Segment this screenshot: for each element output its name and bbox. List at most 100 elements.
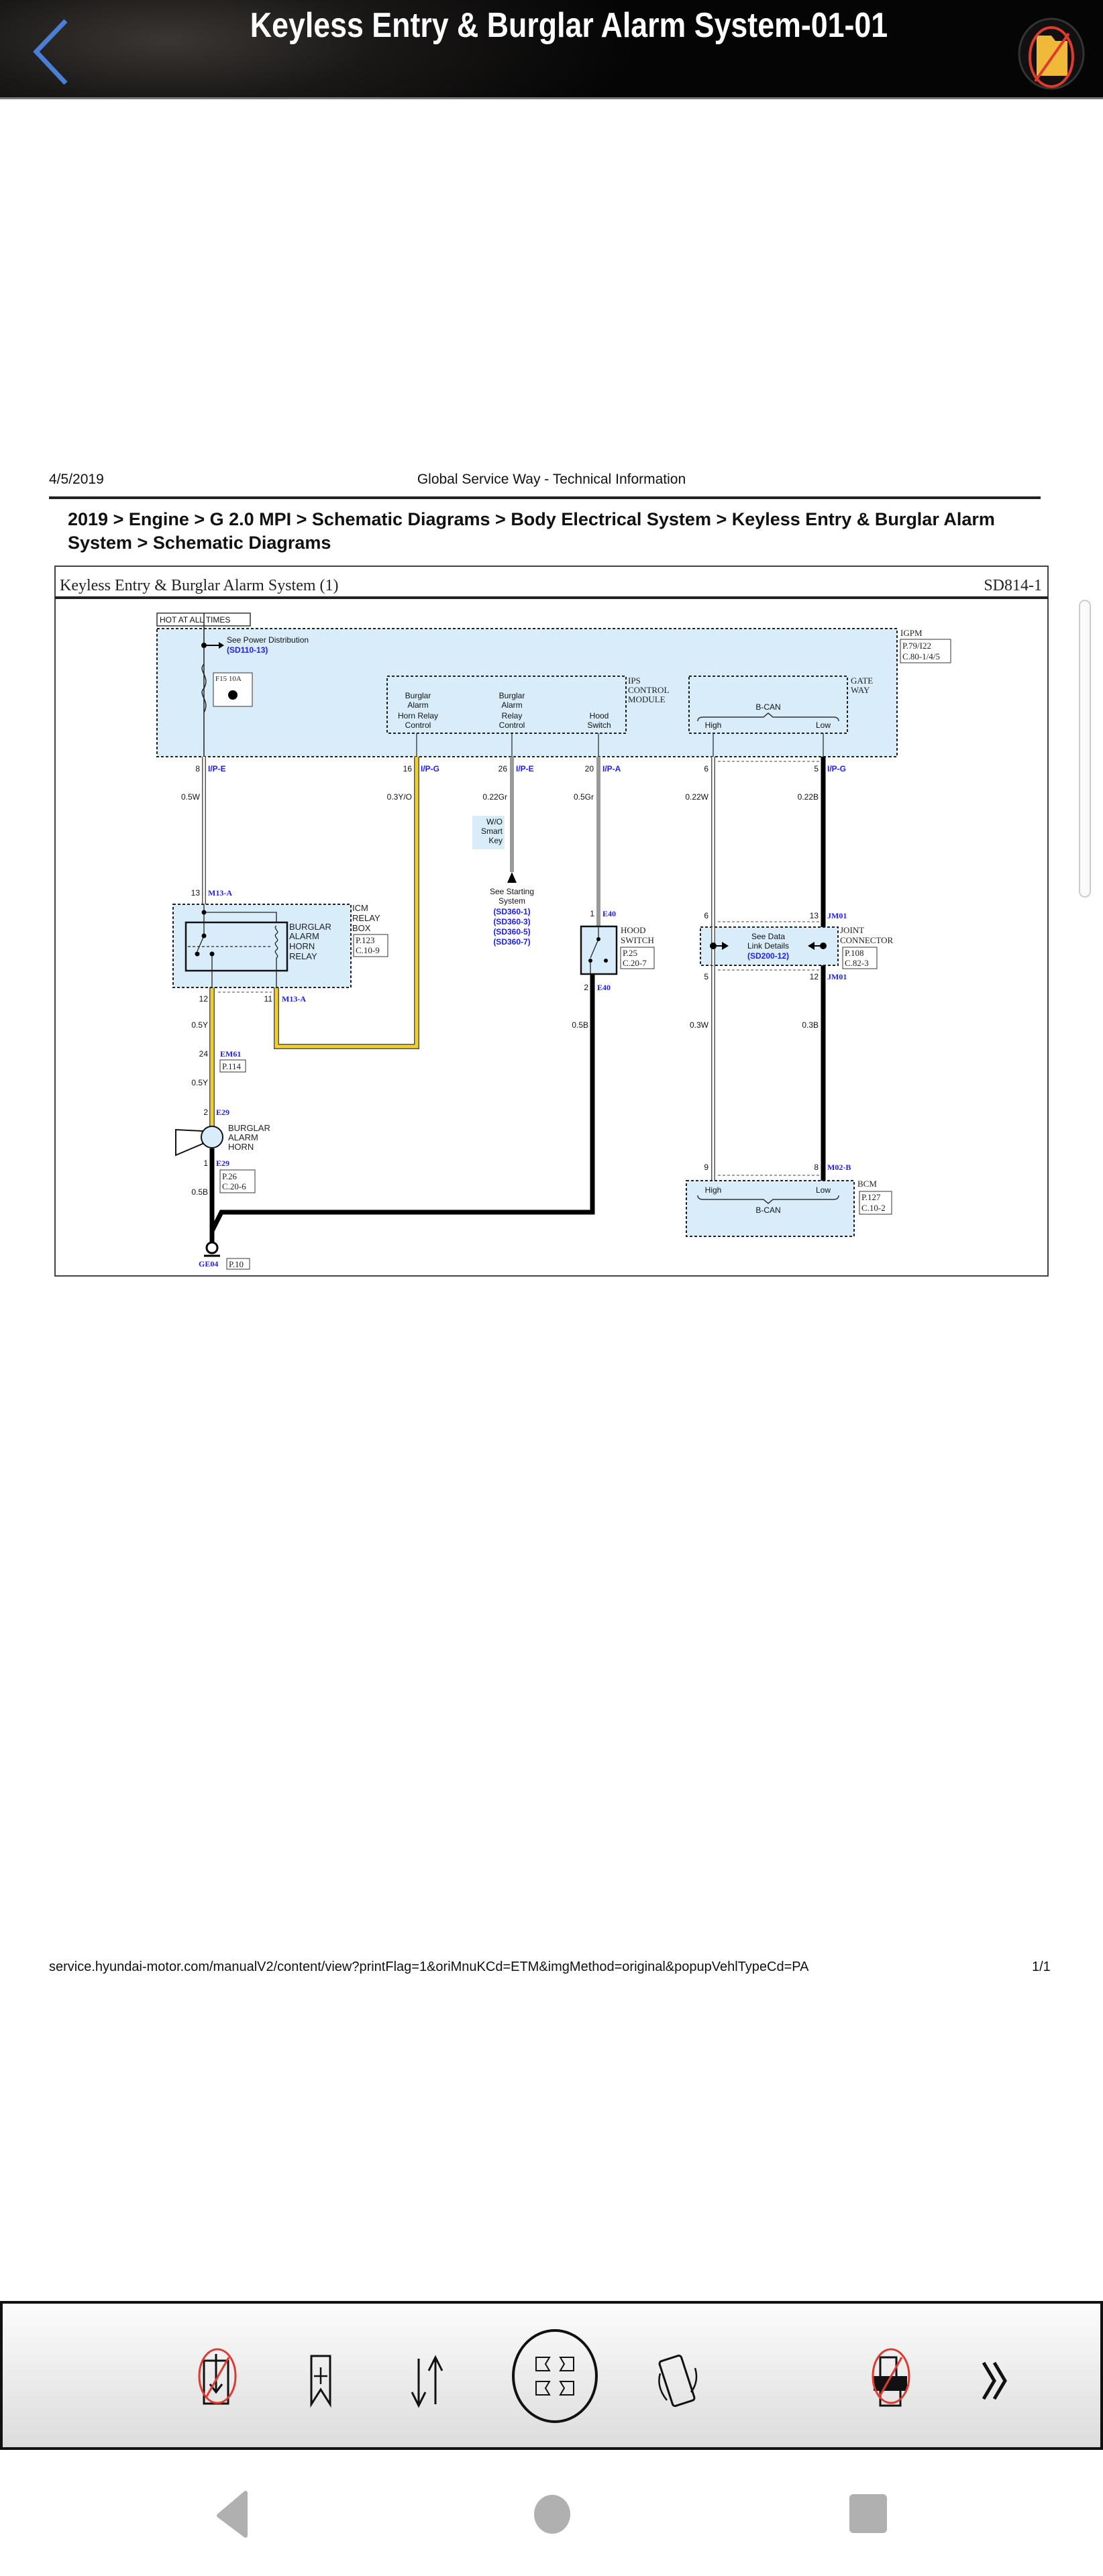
smart-key-note: Smart (481, 826, 503, 836)
ground-icon (205, 1241, 219, 1254)
pin-number: 6 (704, 911, 708, 920)
gateway-bus-label: B-CAN (755, 702, 780, 712)
em61-ref: P.114 (222, 1061, 242, 1071)
icm-label: ICM (352, 903, 368, 913)
rotate-icon[interactable] (651, 2304, 704, 2447)
pin-number: 9 (704, 1163, 708, 1172)
data-link-ref[interactable]: (SD200-12) (747, 951, 789, 961)
wire-spec: 0.3Y/O (387, 792, 412, 802)
connector-id: E40 (602, 909, 616, 918)
ground-label: GE04 (199, 1259, 218, 1269)
ips-alarm-relay-label: Relay (502, 711, 523, 720)
igpm-ref: P.79/I22 (902, 641, 931, 651)
connector-id: M13-A (282, 994, 306, 1004)
starting-link[interactable]: (SD360-3) (493, 917, 530, 926)
connector-id: E29 (216, 1108, 229, 1117)
connector-id: M02-B (827, 1163, 851, 1172)
power-distribution-link[interactable]: (SD110-13) (227, 645, 268, 655)
print-disabled-icon[interactable] (867, 2304, 915, 2447)
data-link-note: See Data (751, 932, 785, 941)
smart-key-note: Key (488, 836, 503, 845)
recents-square-icon[interactable] (848, 2493, 888, 2534)
wire-spec: 0.5Y (191, 1020, 208, 1030)
back-chevron-icon[interactable] (27, 17, 81, 87)
icm-label: RELAY (352, 913, 380, 923)
vertical-scrollbar[interactable] (1079, 600, 1091, 898)
bottom-toolbar (0, 2301, 1103, 2450)
fuse-lamp-icon (228, 690, 238, 700)
starting-link[interactable]: (SD360-7) (493, 937, 530, 947)
print-url: service.hyundai-motor.com/manualV2/conte… (49, 1960, 809, 1974)
print-header: Global Service Way - Technical Informati… (417, 472, 686, 487)
ips-alarm-relay-label: Alarm (501, 700, 522, 710)
sort-arrows-icon[interactable] (405, 2304, 452, 2447)
icm-ref: C.10-9 (356, 945, 380, 955)
connector-id: M13-A (208, 888, 232, 898)
ips-horn-relay-label: Burglar (405, 691, 431, 700)
pin-number: 13 (191, 888, 201, 898)
pin-number: 16 (403, 764, 413, 773)
ground-ref: P.10 (229, 1259, 244, 1269)
wire-spec: 0.5Gr (574, 792, 594, 802)
connector-id: I/P-E (516, 764, 534, 773)
wire-spec: 0.22Gr (482, 792, 507, 802)
pin-number: 13 (810, 911, 819, 920)
bookmark-add-icon[interactable] (305, 2304, 338, 2447)
connector-id: I/P-E (208, 764, 226, 773)
download-disabled-icon[interactable] (194, 2304, 241, 2447)
home-circle-icon[interactable] (533, 2494, 571, 2534)
fit-screen-icon[interactable] (508, 2304, 602, 2447)
data-link-note: Link Details (747, 941, 789, 951)
gateway-high-label: High (705, 720, 722, 730)
app-header: Keyless Entry & Burglar Alarm System-01-… (0, 0, 1103, 99)
bcm-ref: C.10-2 (861, 1203, 886, 1213)
more-chevrons-icon[interactable] (976, 2304, 1016, 2447)
starting-link[interactable]: (SD360-5) (493, 927, 530, 936)
igpm-label: IGPM (900, 628, 923, 638)
icm-ref: P.123 (356, 935, 375, 945)
connector-id: E40 (597, 983, 611, 992)
pin-number: 5 (814, 764, 819, 773)
connector-id: E29 (216, 1159, 229, 1168)
pin-number: 8 (814, 1163, 819, 1172)
joint-label: JOINT (840, 925, 864, 935)
page-title: Keyless Entry & Burglar Alarm System-01-… (250, 6, 888, 45)
ips-hood-label: Hood (590, 711, 609, 720)
ips-alarm-relay-label: Control (499, 720, 525, 730)
pin-number: 1 (590, 909, 594, 918)
wire-spec: 0.3B (802, 1020, 819, 1030)
bcm-low-label: Low (816, 1185, 831, 1195)
wire-spec: 0.3W (690, 1020, 709, 1030)
gateway-label: WAY (851, 685, 870, 695)
hood-switch-ref: P.25 (623, 948, 637, 958)
diagram-title: Keyless Entry & Burglar Alarm System (1) (60, 577, 339, 594)
bcm-high-label: High (705, 1185, 722, 1195)
ips-horn-relay-label: Alarm (407, 700, 428, 710)
pin-number: 12 (199, 994, 209, 1004)
joint-ref: P.108 (845, 948, 864, 958)
smart-key-note: W/O (486, 817, 503, 826)
pin-number: 24 (199, 1049, 209, 1059)
connector-id: JM01 (827, 972, 847, 981)
back-triangle-icon[interactable] (212, 2487, 252, 2541)
pin-number: 12 (810, 972, 819, 981)
ips-label: MODULE (628, 694, 666, 704)
wire-spec: 0.5B (191, 1187, 208, 1197)
starting-link[interactable]: (SD360-1) (493, 907, 530, 916)
bcm-bus-label: B-CAN (755, 1205, 780, 1215)
wire-spec: 0.5B (572, 1020, 588, 1030)
fuse-label: F15 10A (215, 675, 242, 683)
relay-label: ALARM (289, 931, 319, 941)
gateway-label: GATE (851, 676, 873, 686)
hood-switch-label: SWITCH (621, 935, 654, 945)
breadcrumb: 2019 > Engine > G 2.0 MPI > Schematic Di… (68, 509, 995, 553)
pin-number: 5 (704, 972, 708, 981)
diagram-code: SD814-1 (984, 577, 1042, 594)
ips-label: CONTROL (628, 685, 669, 695)
folder-disabled-icon[interactable] (1016, 17, 1087, 91)
relay-label: HORN (289, 941, 315, 951)
connector-id: JM01 (827, 911, 847, 920)
horn-ref: C.20-6 (222, 1181, 246, 1191)
relay-label: BURGLAR (289, 922, 331, 932)
icm-label: BOX (352, 923, 371, 933)
